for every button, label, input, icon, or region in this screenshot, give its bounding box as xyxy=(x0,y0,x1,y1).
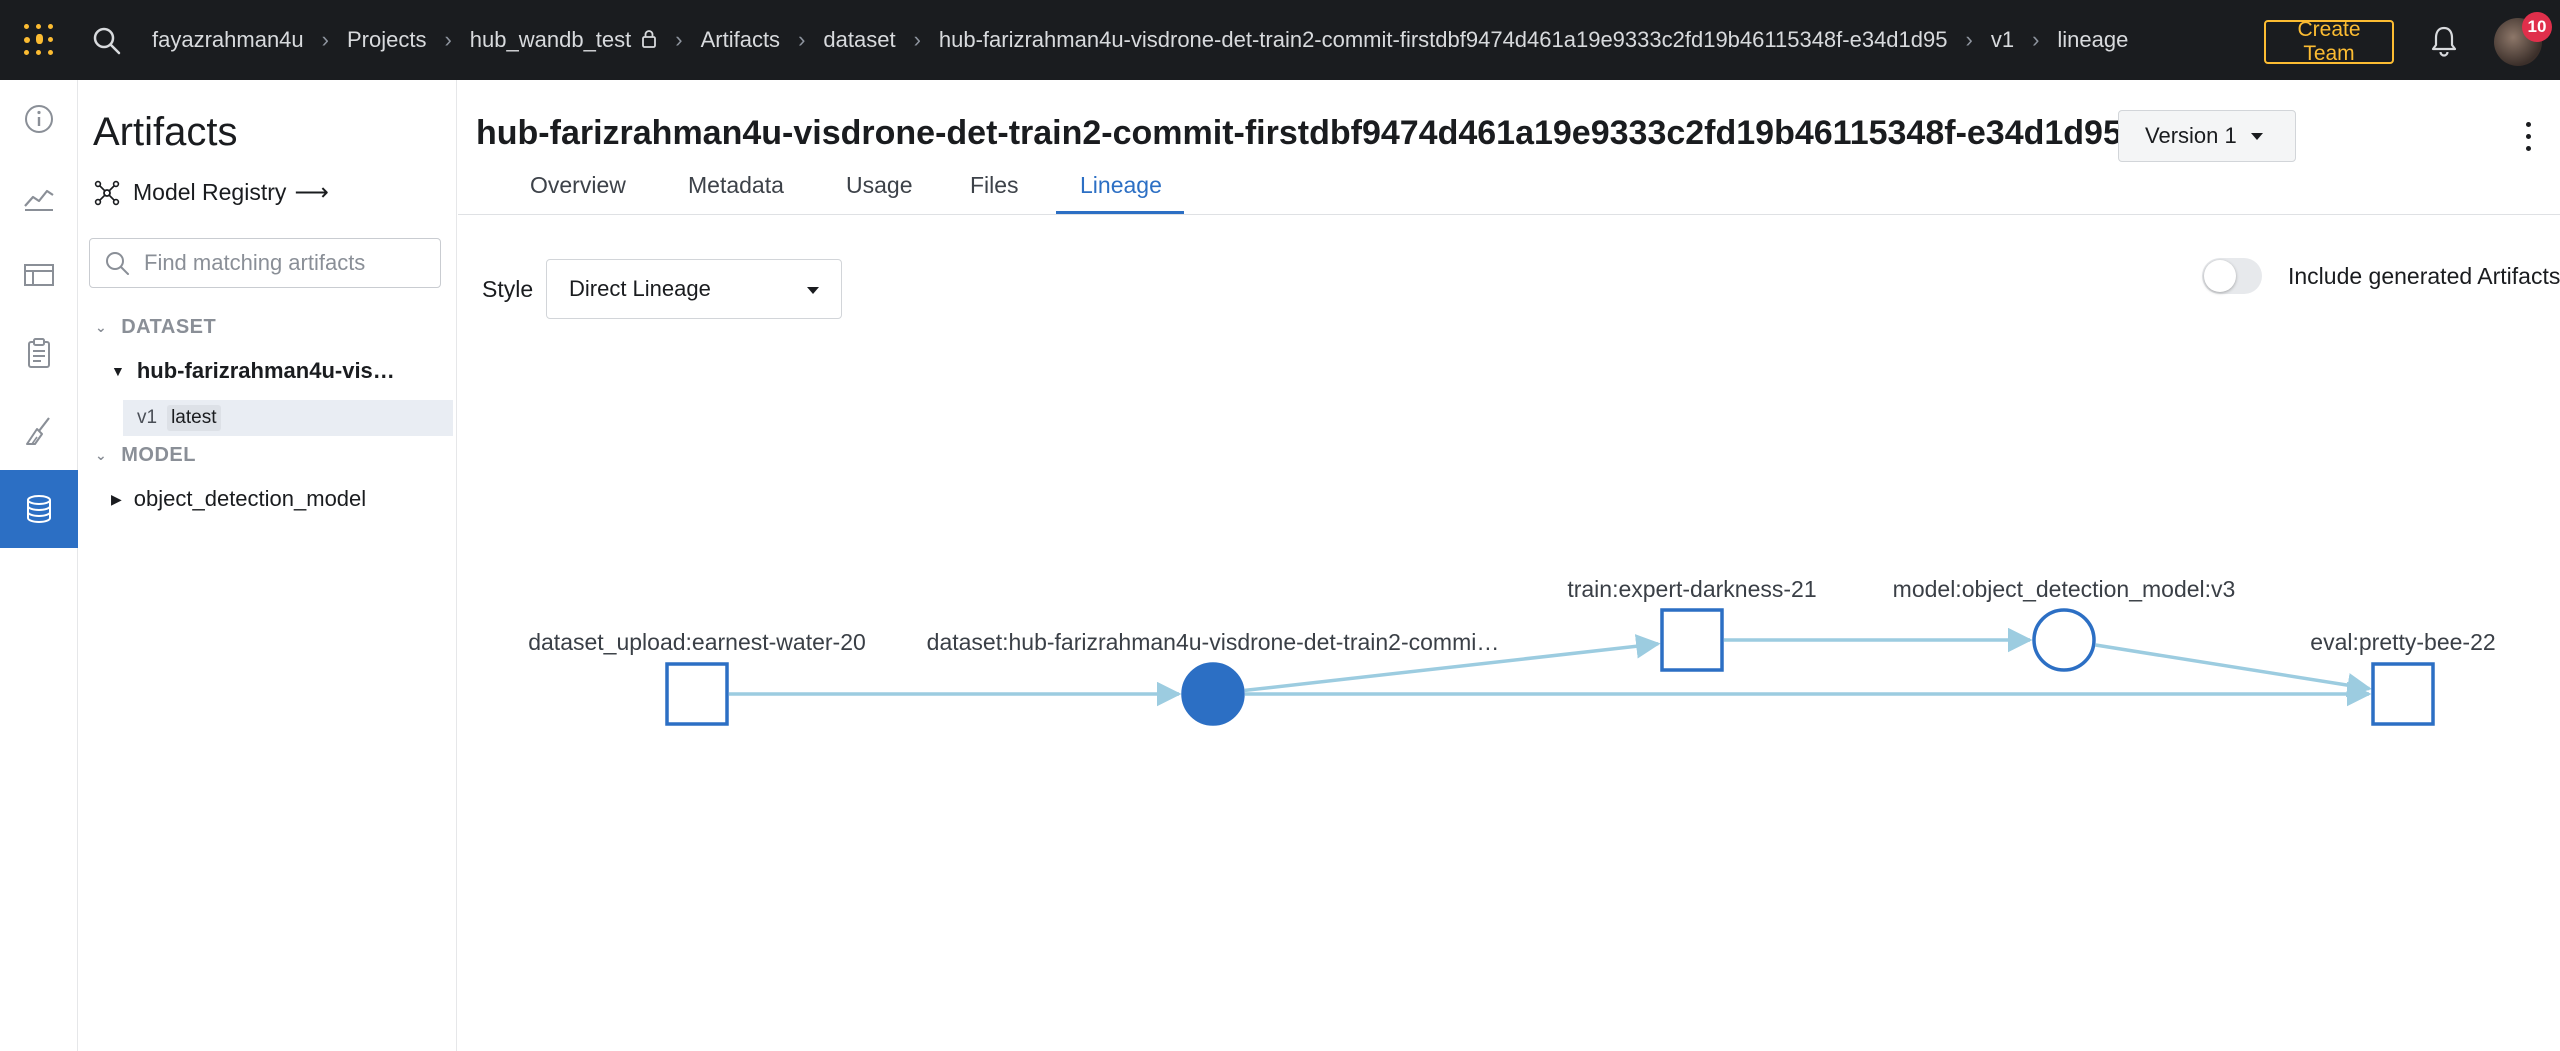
info-icon[interactable] xyxy=(0,80,78,158)
tab-lineage[interactable]: Lineage xyxy=(1080,172,1162,212)
lineage-node-label-run2[interactable]: train:expert-darkness-21 xyxy=(1567,576,1816,602)
artifact-search-input[interactable] xyxy=(142,249,432,277)
group-dataset[interactable]: ⌄ DATASET xyxy=(95,316,216,339)
group-model[interactable]: ⌄ MODEL xyxy=(95,444,196,467)
chevron-down-icon: ⌄ xyxy=(95,319,108,335)
version-number: v1 xyxy=(137,407,158,428)
current-artifact-node-circle[interactable] xyxy=(1181,662,1245,726)
arrow-right-icon: ⟶ xyxy=(294,179,329,206)
lineage-node-label-run3[interactable]: eval:pretty-bee-22 xyxy=(2310,629,2495,655)
chevron-right-icon: › xyxy=(675,27,683,52)
breadcrumb-type[interactable]: dataset xyxy=(823,27,895,53)
group-dataset-label: DATASET xyxy=(121,316,217,338)
breadcrumb: fayazrahman4u › Projects › hub_wandb_tes… xyxy=(152,0,2128,80)
tree-item-label: hub-farizrahman4u-vis… xyxy=(136,358,395,383)
version-alias-tag: latest xyxy=(167,405,221,431)
line-chart-icon[interactable] xyxy=(0,158,78,236)
include-generated-toggle[interactable] xyxy=(2202,258,2262,294)
chevron-right-icon: › xyxy=(444,27,452,52)
lineage-node-run2[interactable]: train:expert-darkness-21 xyxy=(1567,576,1817,672)
tree-item-model-artifact[interactable]: ▶ object_detection_model xyxy=(111,486,366,512)
caret-right-icon: ▶ xyxy=(111,490,122,507)
lineage-node-art2[interactable]: model:object_detection_model:v3 xyxy=(1893,576,2236,672)
lineage-node-label-run1[interactable]: dataset_upload:earnest-water-20 xyxy=(528,629,866,655)
breadcrumb-lineage: lineage xyxy=(2057,27,2129,52)
chevron-right-icon: › xyxy=(1965,27,1973,52)
caret-down-icon xyxy=(807,287,819,294)
lock-icon xyxy=(642,30,657,48)
active-tab-indicator xyxy=(1056,211,1184,214)
tab-files[interactable]: Files xyxy=(970,172,1019,212)
style-dropdown[interactable]: Direct Lineage xyxy=(546,259,842,319)
bell-icon[interactable] xyxy=(2428,24,2460,58)
search-icon[interactable] xyxy=(92,26,122,56)
include-generated-label: Include generated Artifacts xyxy=(2288,263,2560,289)
create-team-button[interactable]: Create Team xyxy=(2264,18,2394,65)
tree-item-label: object_detection_model xyxy=(133,486,367,511)
run-node-square[interactable] xyxy=(1660,608,1724,672)
artifact-search xyxy=(89,238,441,288)
model-registry-label: Model Registry xyxy=(133,179,287,205)
tab-divider xyxy=(458,214,2560,215)
clipboard-icon[interactable] xyxy=(0,314,78,392)
run-node-square[interactable] xyxy=(665,662,729,726)
chevron-down-icon: ⌄ xyxy=(95,447,108,463)
breadcrumb-version[interactable]: v1 xyxy=(1991,27,2014,53)
lineage-node-art1[interactable]: dataset:hub-farizrahman4u-visdrone-det-t… xyxy=(927,629,1500,726)
lineage-node-run1[interactable]: dataset_upload:earnest-water-20 xyxy=(528,629,866,726)
sidebar-title: Artifacts xyxy=(93,110,238,154)
run-node-square[interactable] xyxy=(2371,662,2435,726)
model-registry-link[interactable]: Model Registry ⟶ xyxy=(93,178,329,207)
lineage-node-label-art1[interactable]: dataset:hub-farizrahman4u-visdrone-det-t… xyxy=(927,629,1500,655)
tree-item-dataset-artifact[interactable]: ▼ hub-farizrahman4u-vis… xyxy=(111,358,395,384)
chevron-right-icon: › xyxy=(2032,27,2040,52)
style-label: Style xyxy=(482,276,534,302)
lineage-graph: dataset_upload:earnest-water-20 dataset:h… xyxy=(528,576,2496,726)
lineage-node-run3[interactable]: eval:pretty-bee-22 xyxy=(2310,629,2496,726)
breadcrumb-entity[interactable]: fayazrahman4u xyxy=(152,27,304,53)
chevron-right-icon: › xyxy=(798,27,806,52)
chevron-right-icon: › xyxy=(913,27,921,52)
breadcrumb-artifact[interactable]: hub-farizrahman4u-visdrone-det-train2-co… xyxy=(939,27,1948,53)
breadcrumb-projects[interactable]: Projects xyxy=(347,27,426,53)
version-row-v1[interactable]: v1 latest xyxy=(123,400,453,436)
breadcrumb-project[interactable]: hub_wandb_test xyxy=(470,27,657,53)
database-icon[interactable] xyxy=(0,470,78,548)
caret-down-icon: ▼ xyxy=(111,363,125,379)
notification-badge[interactable]: 10 xyxy=(2522,12,2552,42)
tab-usage[interactable]: Usage xyxy=(846,172,912,212)
main-panel: hub-farizrahman4u-visdrone-det-train2-co… xyxy=(458,80,2560,1051)
artifact-node-circle[interactable] xyxy=(2032,608,2096,672)
model-registry-icon xyxy=(94,180,120,205)
table-icon[interactable] xyxy=(0,236,78,314)
chevron-right-icon: › xyxy=(321,27,329,52)
group-model-label: MODEL xyxy=(121,444,196,466)
left-nav-rail xyxy=(0,80,78,1051)
toggle-knob xyxy=(2204,260,2236,292)
tab-metadata[interactable]: Metadata xyxy=(688,172,784,212)
breadcrumb-project-label: hub_wandb_test xyxy=(469,27,632,52)
artifacts-sidebar: Artifacts Model Registry ⟶ ⌄ DATASET ▼ h… xyxy=(79,80,457,1051)
top-bar: fayazrahman4u › Projects › hub_wandb_tes… xyxy=(0,0,2560,80)
style-dropdown-value: Direct Lineage xyxy=(569,276,711,301)
breadcrumb-artifacts[interactable]: Artifacts xyxy=(701,27,780,53)
tab-bar: Overview Metadata Usage Files Lineage xyxy=(458,80,2560,216)
sweep-broom-icon[interactable] xyxy=(0,392,78,470)
search-icon xyxy=(106,252,129,275)
wandb-logo[interactable] xyxy=(22,22,56,58)
lineage-node-label-art2[interactable]: model:object_detection_model:v3 xyxy=(1893,576,2236,602)
tab-overview[interactable]: Overview xyxy=(530,172,626,212)
